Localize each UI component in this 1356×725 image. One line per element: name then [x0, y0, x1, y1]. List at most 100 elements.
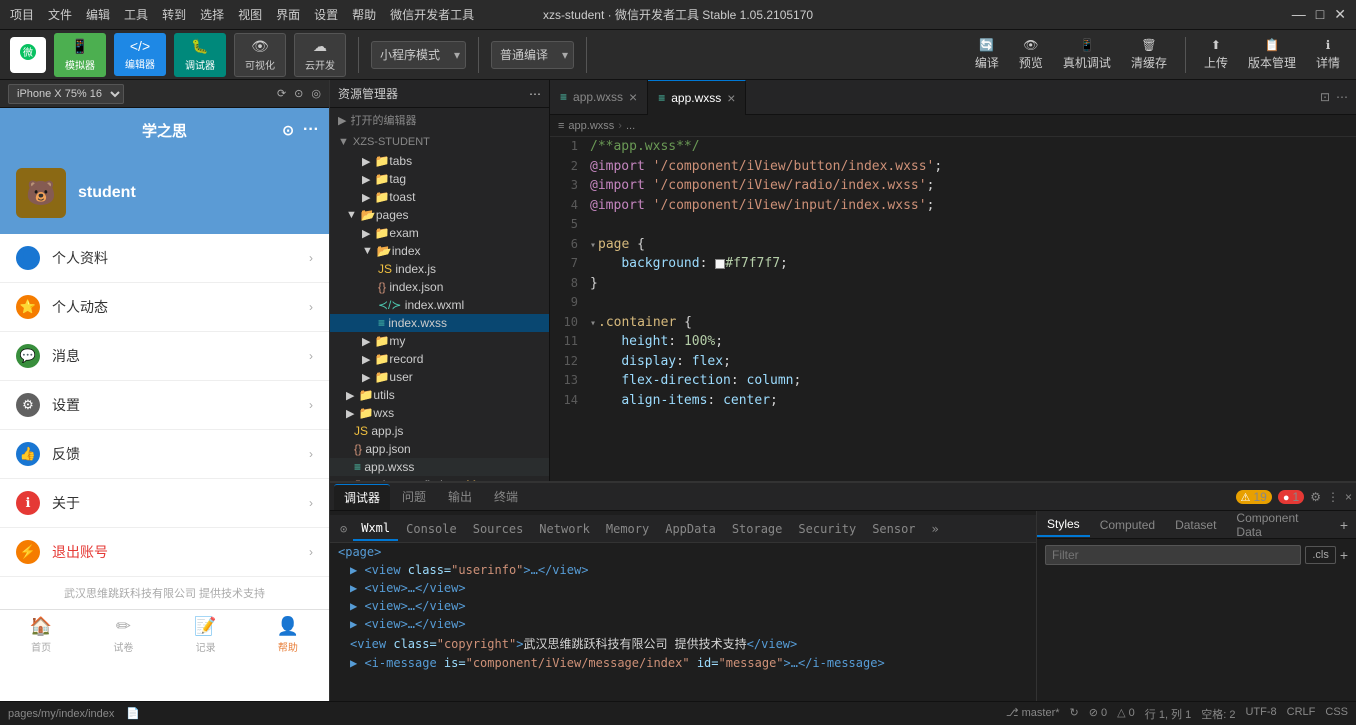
subtab-sources[interactable]: Sources: [465, 518, 532, 540]
add-style-button[interactable]: +: [1332, 517, 1356, 533]
menu-item-feedback[interactable]: 👍 反馈 ›: [0, 430, 329, 479]
menu-item-dynamics[interactable]: ⭐ 个人动态 ›: [0, 283, 329, 332]
devtools-tab-debugger[interactable]: 调试器: [334, 484, 390, 510]
subtab-console[interactable]: Console: [398, 518, 465, 540]
menu-goto[interactable]: 转到: [162, 6, 186, 23]
devtools-tab-terminal[interactable]: 终端: [484, 484, 528, 509]
folder-record[interactable]: ▶ 📁 record: [330, 350, 549, 368]
dt-item-page[interactable]: <page>: [330, 543, 1036, 561]
nav-home[interactable]: 🏠 首页: [0, 610, 82, 659]
subtab-storage[interactable]: Storage: [724, 518, 791, 540]
simulator-button[interactable]: 📱 模拟器: [54, 33, 106, 77]
menu-item-about[interactable]: ℹ 关于 ›: [0, 479, 329, 528]
subtab-wxml[interactable]: Wxml: [353, 517, 398, 541]
file-appwxss[interactable]: ≡ app.wxss: [330, 458, 549, 476]
code-content[interactable]: 1 /**app.wxss**/ 2 @import '/component/i…: [550, 137, 1356, 481]
dt-item-view2[interactable]: ▶ <view>…</view>: [330, 597, 1036, 615]
nav-record[interactable]: 📝 记录: [165, 610, 247, 659]
menu-edit[interactable]: 编辑: [86, 6, 110, 23]
file-index-js[interactable]: JS index.js: [330, 260, 549, 278]
menu-view[interactable]: 视图: [238, 6, 262, 23]
expand-icon[interactable]: ⊙: [294, 87, 303, 100]
menu-file[interactable]: 文件: [48, 6, 72, 23]
folder-toast[interactable]: ▶ 📁 toast: [330, 188, 549, 206]
maximize-button[interactable]: □: [1316, 6, 1324, 23]
subtab-wxml-icon[interactable]: ⊙: [334, 518, 353, 540]
dt-item-view3[interactable]: ▶ <view>…</view>: [330, 615, 1036, 633]
file-appjson[interactable]: {} app.json: [330, 440, 549, 458]
folder-my[interactable]: ▶ 📁 my: [330, 332, 549, 350]
folder-pages[interactable]: ▼ 📂 pages: [330, 206, 549, 224]
dtr-tab-computed[interactable]: Computed: [1090, 514, 1165, 536]
project-section[interactable]: ▼ XZS-STUDENT: [330, 132, 549, 152]
folder-wxs[interactable]: ▶ 📁 wxs: [330, 404, 549, 422]
file-index-wxml[interactable]: ≺/≻ index.wxml: [330, 296, 549, 314]
devtools-tab-problems[interactable]: 问题: [392, 484, 436, 509]
menu-tool[interactable]: 工具: [124, 6, 148, 23]
close-icon-devtools[interactable]: ×: [1345, 490, 1352, 504]
menu-interface[interactable]: 界面: [276, 6, 300, 23]
new-file-icon[interactable]: ⋯: [529, 87, 541, 101]
real-debug-button[interactable]: 📱真机调试: [1057, 34, 1117, 75]
minimize-button[interactable]: —: [1292, 6, 1306, 23]
mode-select[interactable]: 小程序模式: [371, 41, 466, 69]
menu-item-messages[interactable]: 💬 消息 ›: [0, 332, 329, 381]
dt-item-userinfo[interactable]: ▶ <view class="userinfo">…</view>: [330, 561, 1036, 579]
clear-button[interactable]: 🗑清缓存: [1125, 34, 1173, 75]
tab-close-active-icon[interactable]: ×: [727, 90, 735, 106]
menu-devtools[interactable]: 微信开发者工具: [390, 6, 474, 23]
menu-item-settings[interactable]: ⚙ 设置 ›: [0, 381, 329, 430]
editor-tab-appwxss-inactive[interactable]: ≡ app.wxss ×: [550, 80, 648, 115]
folder-user[interactable]: ▶ 📁 user: [330, 368, 549, 386]
close-button[interactable]: ✕: [1334, 6, 1346, 23]
add-rule-button[interactable]: +: [1340, 547, 1348, 563]
subtab-sensor[interactable]: Sensor: [864, 518, 923, 540]
menu-project[interactable]: 项目: [10, 6, 34, 23]
subtab-network[interactable]: Network: [531, 518, 598, 540]
subtab-security[interactable]: Security: [790, 518, 864, 540]
folder-exam[interactable]: ▶ 📁 exam: [330, 224, 549, 242]
dtr-tab-dataset[interactable]: Dataset: [1165, 514, 1226, 536]
editor-tab-appwxss[interactable]: ≡ app.wxss ×: [648, 80, 746, 115]
compile-button[interactable]: 🔄编译: [969, 34, 1005, 75]
devtools-tab-output[interactable]: 输出: [438, 484, 482, 509]
menu-settings[interactable]: 设置: [314, 6, 338, 23]
menu-item-profile[interactable]: 👤 个人资料 ›: [0, 234, 329, 283]
subtab-memory[interactable]: Memory: [598, 518, 657, 540]
menu-select[interactable]: 选择: [200, 6, 224, 23]
details-button[interactable]: ℹ详情: [1310, 34, 1346, 75]
nav-exam[interactable]: ✏ 试卷: [82, 610, 164, 659]
dtr-tab-componentdata[interactable]: Component Data: [1226, 511, 1331, 543]
dt-item-view1[interactable]: ▶ <view>…</view>: [330, 579, 1036, 597]
folder-tabs[interactable]: ▶ 📁 tabs: [330, 152, 549, 170]
subtab-appdata[interactable]: AppData: [657, 518, 724, 540]
settings-icon-devtools[interactable]: ⚙: [1310, 490, 1321, 504]
status-sync-icon[interactable]: ↻: [1070, 706, 1079, 722]
nav-help[interactable]: 👤 帮助: [247, 610, 329, 659]
folder-index[interactable]: ▼ 📂 index: [330, 242, 549, 260]
target-icon[interactable]: ◎: [311, 87, 321, 100]
folder-utils[interactable]: ▶ 📁 utils: [330, 386, 549, 404]
file-index-wxss[interactable]: ≡ index.wxss: [330, 314, 549, 332]
editor-more-icon[interactable]: ⋯: [1336, 90, 1348, 104]
file-index-json[interactable]: {} index.json: [330, 278, 549, 296]
visualize-button[interactable]: 👁 可视化: [234, 33, 286, 77]
open-editors-section[interactable]: ▶ 打开的编辑器: [330, 108, 549, 132]
menu-item-logout[interactable]: ⚡ 退出账号 ›: [0, 528, 329, 577]
preview-button[interactable]: 👁预览: [1013, 34, 1049, 75]
device-select[interactable]: iPhone X 75% 16: [8, 84, 124, 104]
dt-item-copyright[interactable]: <view class="copyright">武汉思维跳跃科技有限公司 提供技…: [330, 633, 1036, 654]
version-button[interactable]: 📋版本管理: [1242, 34, 1302, 75]
file-appjs[interactable]: JS app.js: [330, 422, 549, 440]
dtr-tab-styles[interactable]: Styles: [1037, 513, 1090, 537]
compile-select[interactable]: 普通编译: [491, 41, 574, 69]
filter-input[interactable]: [1045, 545, 1301, 565]
editor-button[interactable]: </> 编辑器: [114, 33, 166, 76]
subtab-more[interactable]: »: [924, 518, 947, 540]
more-icon-devtools[interactable]: ⋮: [1327, 490, 1339, 504]
dt-item-imessage[interactable]: ▶ <i-message is="component/iView/message…: [330, 654, 1036, 672]
rotate-icon[interactable]: ⟳: [277, 87, 286, 100]
upload-button[interactable]: ⬆上传: [1198, 34, 1234, 75]
tab-close-icon[interactable]: ×: [629, 89, 637, 105]
split-editor-icon[interactable]: ⊡: [1320, 90, 1330, 104]
